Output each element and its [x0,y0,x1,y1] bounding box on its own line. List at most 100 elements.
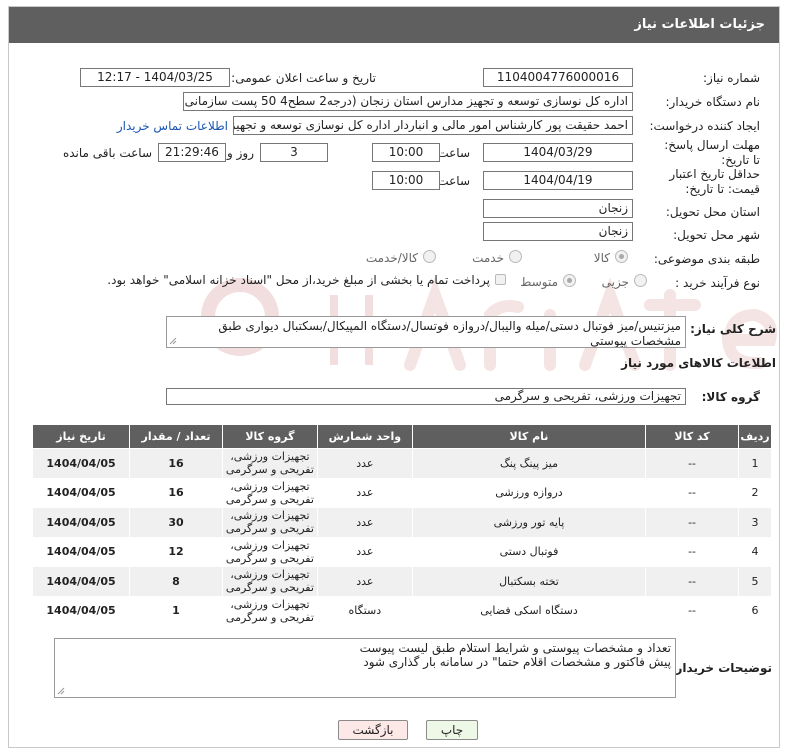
print-button[interactable]: چاپ [426,720,478,740]
creator-field: احمد حقیقت پور کارشناس امور مالی و انبار… [233,116,633,135]
description-label: شرح کلی نیاز: [690,322,776,336]
goods-table: ردیف کد کالا نام کالا واحد شمارش گروه کا… [31,424,773,626]
validity-time-label: ساعت [437,174,470,188]
item-name: دروازه ورزشی [411,477,647,508]
item-quantity: 12 [129,536,223,567]
item-name: تخته بسکتبال [411,566,647,597]
creator-label: ایجاد کننده درخواست: [649,119,760,133]
item-name: میز پینگ پنگ [411,448,647,479]
category-label: طبقه بندی موضوعی: [653,252,760,266]
back-button[interactable]: بازگشت [338,720,408,740]
purchase-medium-label: متوسط [520,275,558,289]
category-radio-goods[interactable] [615,250,628,263]
item-date: 1404/04/05 [31,536,131,567]
col-row: ردیف [737,424,773,449]
send-time-label: ساعت [437,146,470,160]
buyer-field: اداره کل نوسازی توسعه و تجهیز مدارس استا… [183,92,633,111]
category-service-label: خدمت [472,251,504,265]
buyer-notes-textarea: تعداد و مشخصات پیوستی و شرایط استلام طبق… [54,638,676,698]
item-unit: عدد [316,566,413,597]
goods-table-header: ردیف کد کالا نام کالا واحد شمارش گروه کا… [31,424,773,449]
item-date: 1404/04/05 [31,448,131,479]
buyer-notes-line-2: پیش فاکتور و مشخصات اقلام حتما" در سامان… [363,655,671,669]
col-quantity: تعداد / مقدار [129,424,223,449]
item-unit: عدد [316,507,413,538]
remaining-time-field: 21:29:46 [158,143,226,162]
purchase-radio-minor[interactable] [634,274,647,287]
table-row: 3 -- پایه تور ورزشی عدد تجهیزات ورزشی، ت… [31,507,773,538]
goods-section-title: اطلاعات کالاهای مورد نیاز [621,356,776,370]
item-group: تجهیزات ورزشی، تفریحی و سرگرمی [221,595,318,626]
item-group: تجهیزات ورزشی، تفریحی و سرگرمی [221,566,318,597]
purchase-radio-medium[interactable] [563,274,576,287]
row-index: 6 [737,595,773,626]
item-code: -- [645,566,739,597]
item-unit: دستگاه [316,595,413,626]
validity-time-field: 10:00 [372,171,440,190]
purchase-minor-label: جزیی [601,275,629,289]
buyer-notes-line-1: تعداد و مشخصات پیوستی و شرایط استلام طبق… [359,641,671,655]
item-unit: عدد [316,536,413,567]
item-date: 1404/04/05 [31,566,131,597]
item-group: تجهیزات ورزشی، تفریحی و سرگرمی [221,477,318,508]
col-unit: واحد شمارش [316,424,413,449]
days-label: روز و [227,146,254,160]
remaining-days-field: 3 [260,143,328,162]
item-unit: عدد [316,448,413,479]
panel-title: جزئیات اطلاعات نیاز [9,7,779,43]
treasury-payment-note: پرداخت تمام یا بخشی از مبلغ خرید،از محل … [107,273,490,287]
send-date-field: 1404/03/29 [483,143,633,162]
item-date: 1404/04/05 [31,507,131,538]
row-index: 2 [737,477,773,508]
item-date: 1404/04/05 [31,477,131,508]
city-field: زنجان [483,222,633,241]
category-radio-service[interactable] [509,250,522,263]
item-name: دستگاه اسکی فضایی [411,595,647,626]
buyer-label: نام دستگاه خریدار: [665,95,761,109]
validity-date-field: 1404/04/19 [483,171,633,190]
resize-grip-icon[interactable] [169,337,177,345]
item-quantity: 16 [129,448,223,479]
row-index: 5 [737,566,773,597]
treasury-payment-checkbox[interactable] [495,274,506,285]
item-group: تجهیزات ورزشی، تفریحی و سرگرمی [221,507,318,538]
item-group: تجهیزات ورزشی، تفریحی و سرگرمی [221,536,318,567]
category-goods-label: کالا [593,251,610,265]
item-code: -- [645,595,739,626]
col-name: نام کالا [411,424,647,449]
item-unit: عدد [316,477,413,508]
send-deadline-label: مهلت ارسال پاسخ: تا تاریخ: [664,138,760,167]
table-row: 5 -- تخته بسکتبال عدد تجهیزات ورزشی، تفر… [31,566,773,597]
buyer-contact-link[interactable]: اطلاعات تماس خریدار [117,119,228,133]
item-code: -- [645,507,739,538]
category-goods-service-label: کالا/خدمت [365,251,418,265]
goods-group-label: گروه کالا: [701,390,760,404]
item-quantity: 8 [129,566,223,597]
send-time-field: 10:00 [372,143,440,162]
category-radio-goods-service[interactable] [423,250,436,263]
item-quantity: 30 [129,507,223,538]
description-text: میزتنیس/میز فوتبال دستی/میله والیبال/درو… [218,319,681,348]
item-code: -- [645,448,739,479]
col-code: کد کالا [645,424,739,449]
col-date: تاریخ نیاز [31,424,131,449]
table-row: 1 -- میز پینگ پنگ عدد تجهیزات ورزشی، تفر… [31,448,773,479]
col-group: گروه کالا [221,424,318,449]
item-group: تجهیزات ورزشی، تفریحی و سرگرمی [221,448,318,479]
item-code: -- [645,477,739,508]
row-index: 3 [737,507,773,538]
need-number-label: شماره نیاز: [703,71,760,85]
table-row: 2 -- دروازه ورزشی عدد تجهیزات ورزشی، تفر… [31,477,773,508]
purchase-type-label: نوع فرآیند خرید : [675,276,760,290]
resize-grip-icon[interactable] [57,687,65,695]
item-code: -- [645,536,739,567]
need-number-field: 1104004776000016 [483,68,633,87]
announce-label: تاریخ و ساعت اعلان عمومی: [231,71,376,85]
province-label: استان محل تحویل: [665,205,760,219]
province-field: زنجان [483,199,633,218]
item-quantity: 16 [129,477,223,508]
announce-datetime-field: 1404/03/25 - 12:17 [80,68,230,87]
table-row: 4 -- فوتبال دستی عدد تجهیزات ورزشی، تفری… [31,536,773,567]
item-name: پایه تور ورزشی [411,507,647,538]
city-label: شهر محل تحویل: [673,228,760,242]
